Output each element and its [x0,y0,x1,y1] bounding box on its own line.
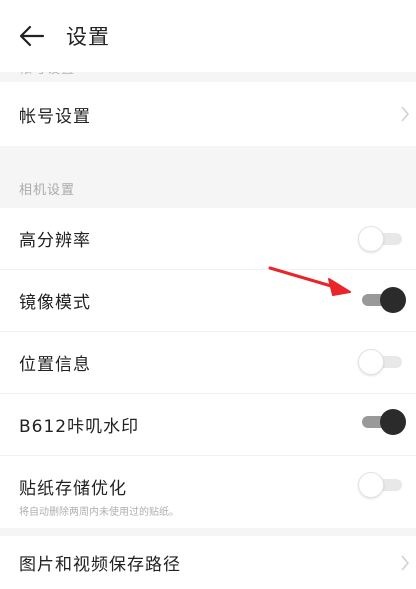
section-bar-camera: 相机设置 [0,146,416,208]
setting-row-mirror-mode[interactable]: 镜像模式 [0,270,416,331]
chevron-right-icon [401,106,409,122]
setting-label: 高分辨率 [19,231,91,251]
setting-row-high-resolution[interactable]: 高分辨率 [0,208,416,269]
page-title: 设置 [66,25,110,49]
setting-row-location[interactable]: 位置信息 [0,332,416,393]
setting-label: 镜像模式 [19,293,91,313]
save-path-label: 图片和视频保存路径 [19,555,181,575]
setting-row-sticker-storage[interactable]: 贴纸存储优化 将自动删除两周内未使用过的贴纸。 [0,456,416,528]
chevron-right-icon [401,555,409,571]
watermark-toggle[interactable] [358,409,406,435]
account-settings-row[interactable]: 帐号设置 [0,82,416,146]
setting-label: B612咔叽水印 [19,417,140,437]
location-toggle[interactable] [358,349,406,375]
back-button[interactable] [0,0,64,72]
setting-label: 位置信息 [19,355,91,375]
setting-sublabel: 将自动删除两周内未使用过的贴纸。 [19,507,179,518]
save-path-row[interactable]: 图片和视频保存路径 [0,536,416,589]
sticker-storage-toggle[interactable] [358,472,406,498]
back-arrow-icon [19,25,45,47]
high-resolution-toggle[interactable] [358,226,406,252]
section-label-camera: 相机设置 [19,183,76,198]
app-header: 设置 [0,0,416,72]
section-gap [0,528,416,536]
account-settings-label: 帐号设置 [19,106,91,127]
mirror-mode-toggle[interactable] [358,287,406,313]
setting-label: 贴纸存储优化 [19,479,127,499]
setting-row-watermark[interactable]: B612咔叽水印 [0,394,416,455]
